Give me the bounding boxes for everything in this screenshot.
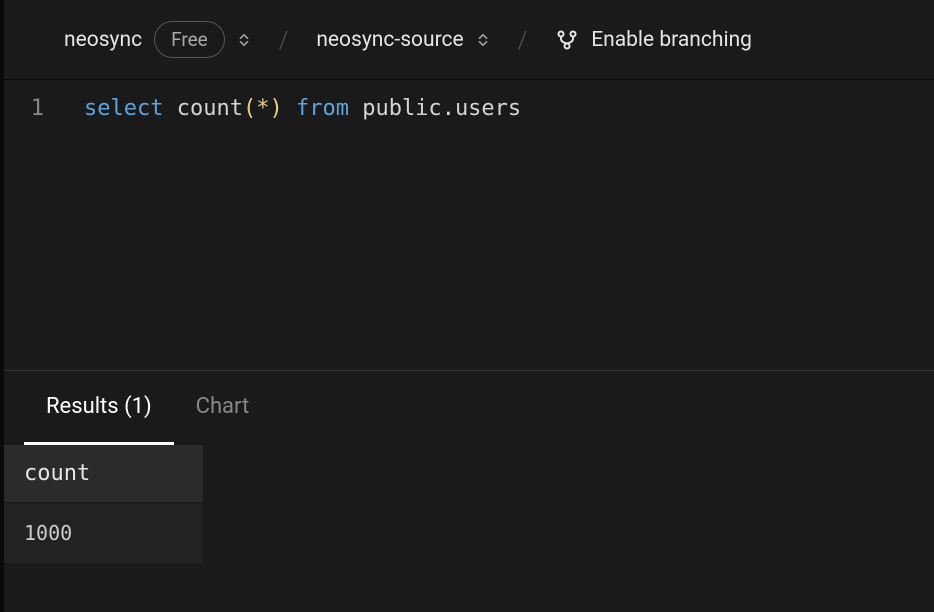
chevron-updown-icon [237,33,251,47]
breadcrumb-separator: / [279,26,289,54]
results-table: count 1000 [4,445,934,563]
plan-badge: Free [154,21,225,58]
enable-branching-button[interactable]: Enable branching [555,28,752,52]
database-name: neosync-source [316,28,463,52]
code-content: select count(*) from public.users [84,92,521,125]
table-cell[interactable]: 1000 [4,502,204,563]
tab-chart[interactable]: Chart [174,371,272,445]
branch-icon [555,28,579,52]
breadcrumb-separator: / [518,26,528,54]
database-selector[interactable]: neosync-source [316,28,489,52]
header-breadcrumb: neosync Free / neosync-source / [4,0,934,80]
line-number: 1 [4,92,84,125]
enable-branching-label: Enable branching [591,28,752,52]
editor-line: 1 select count(*) from public.users [4,92,934,125]
sql-editor[interactable]: 1 select count(*) from public.users [4,80,934,370]
results-panel: Results (1) Chart count 1000 [4,370,934,563]
project-name: neosync [64,28,142,52]
tab-results[interactable]: Results (1) [24,371,174,445]
chevron-updown-icon [476,33,490,47]
project-selector[interactable]: neosync Free [64,21,251,58]
column-header[interactable]: count [4,445,204,502]
results-tabs: Results (1) Chart [4,371,934,445]
